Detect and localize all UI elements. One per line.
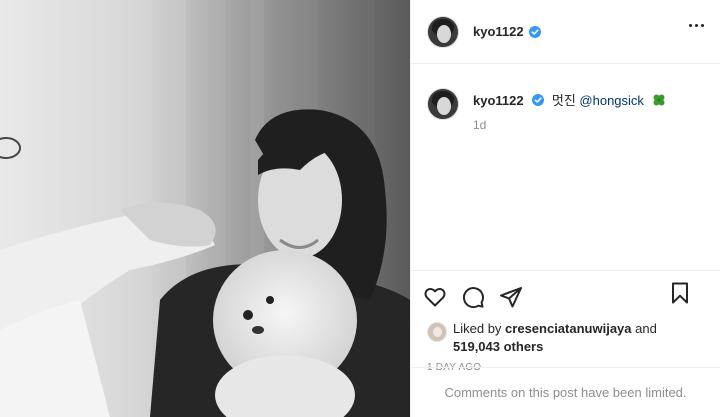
comments-area: kyo1122 멋진 @hongsick 1d [411, 64, 720, 270]
author-avatar[interactable] [427, 15, 459, 48]
liked-by-and: and [631, 321, 657, 336]
verified-badge-icon [532, 94, 545, 106]
likes-summary: Liked by cresenciatanuwijaya and 519,043… [411, 320, 720, 356]
liker-avatar[interactable] [427, 322, 447, 342]
four-leaf-clover-icon [653, 94, 665, 106]
caption-mention-link[interactable]: @hongsick [579, 93, 644, 108]
verified-badge-icon [528, 25, 541, 38]
bookmark-icon[interactable] [668, 281, 692, 305]
post-side-panel: kyo1122 kyo1122 멋진 @hongsick 1d Liked by… [410, 0, 720, 417]
caption: kyo1122 멋진 @hongsick 1d [427, 80, 704, 134]
paper-plane-icon[interactable] [499, 285, 523, 309]
liked-by-prefix: Liked by [453, 321, 506, 336]
likes-count-link[interactable]: 519,043 others [453, 339, 543, 354]
post-photo-image [0, 0, 410, 417]
liked-by-user-link[interactable]: cresenciatanuwijaya [505, 321, 631, 336]
post-photo[interactable] [0, 0, 410, 417]
caption-body: kyo1122 멋진 @hongsick 1d [473, 92, 666, 134]
author-username[interactable]: kyo1122 [473, 24, 524, 39]
heart-icon[interactable] [423, 285, 447, 309]
post-actions [411, 270, 720, 314]
caption-text: 멋진 [551, 93, 576, 108]
caption-timestamp[interactable]: 1d [473, 116, 666, 134]
caption-username[interactable]: kyo1122 [473, 93, 524, 108]
caption-avatar[interactable] [427, 88, 459, 120]
comments-limited-notice: Comments on this post have been limited. [411, 367, 720, 417]
comment-icon[interactable] [461, 285, 485, 309]
post-header: kyo1122 [411, 0, 720, 64]
likes-text: Liked by cresenciatanuwijaya and 519,043… [453, 320, 657, 356]
more-options-icon[interactable] [689, 24, 704, 27]
